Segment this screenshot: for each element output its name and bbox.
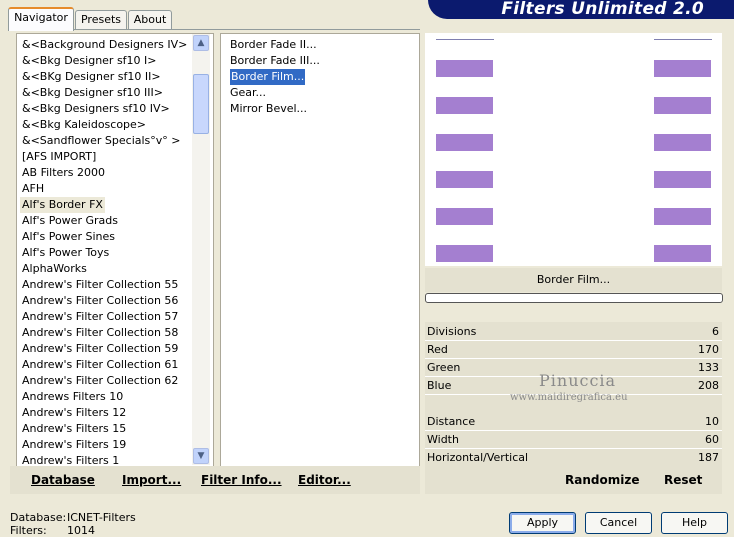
preview-filter-name: Border Film... bbox=[425, 268, 722, 292]
preview-bar bbox=[436, 134, 493, 151]
category-item[interactable]: Alf's Power Toys bbox=[22, 245, 109, 261]
category-list[interactable]: &<Background Designers IV> &<Bkg Designer… bbox=[16, 33, 214, 468]
param-value: 60 bbox=[705, 433, 719, 446]
window-title: Filters Unlimited 2.0 bbox=[501, 0, 704, 19]
category-item[interactable]: Andrew's Filter Collection 61 bbox=[22, 357, 178, 373]
tab-navigator[interactable]: Navigator bbox=[8, 7, 74, 31]
category-item[interactable]: Andrew's Filters 19 bbox=[22, 437, 126, 453]
category-item[interactable]: Andrew's Filter Collection 56 bbox=[22, 293, 178, 309]
param-value: 187 bbox=[698, 451, 719, 464]
category-scrollbar[interactable]: ▲ ▼ bbox=[192, 34, 210, 465]
preview-bar bbox=[654, 171, 711, 188]
import-button[interactable]: Import... bbox=[122, 473, 181, 487]
preview-bar bbox=[654, 134, 711, 151]
filter-item[interactable]: Border Fade II... bbox=[230, 37, 317, 53]
filter-preview bbox=[425, 33, 722, 266]
filter-item[interactable]: Border Fade III... bbox=[230, 53, 320, 69]
category-item[interactable]: &<Sandflower Specials°v° > bbox=[22, 133, 181, 149]
category-item[interactable]: Andrew's Filter Collection 59 bbox=[22, 341, 178, 357]
help-button[interactable]: Help bbox=[661, 512, 728, 534]
preview-bar bbox=[654, 97, 711, 114]
param-value: 10 bbox=[705, 415, 719, 428]
database-value: ICNET-Filters bbox=[67, 511, 136, 524]
preview-bar bbox=[654, 60, 711, 77]
filter-list[interactable]: Border Fade II... Border Fade III... Borde… bbox=[220, 33, 420, 468]
preview-bar bbox=[436, 245, 493, 262]
param-label: Distance bbox=[427, 415, 476, 428]
category-item[interactable]: [AFS IMPORT] bbox=[22, 149, 96, 165]
scroll-down-icon[interactable]: ▼ bbox=[193, 448, 209, 464]
randomize-button[interactable]: Randomize bbox=[565, 473, 639, 487]
category-item[interactable]: Alf's Power Grads bbox=[22, 213, 118, 229]
reset-button[interactable]: Reset bbox=[664, 473, 702, 487]
param-label: Green bbox=[427, 361, 461, 374]
filter-info-button[interactable]: Filter Info... bbox=[201, 473, 282, 487]
filters-label: Filters: bbox=[10, 524, 47, 537]
tab-about[interactable]: About bbox=[128, 10, 172, 29]
param-row[interactable]: Distance 10 bbox=[425, 413, 722, 430]
param-row[interactable]: Divisions 6 bbox=[425, 323, 722, 340]
param-label: Horizontal/Vertical bbox=[427, 451, 529, 464]
preview-bar bbox=[436, 97, 493, 114]
param-label: Width bbox=[427, 433, 459, 446]
database-button[interactable]: Database bbox=[31, 473, 95, 487]
preview-bar bbox=[436, 208, 493, 225]
category-item[interactable]: AFH bbox=[22, 181, 44, 197]
scroll-up-icon[interactable]: ▲ bbox=[193, 35, 209, 51]
preview-bar bbox=[436, 171, 493, 188]
preview-bar bbox=[654, 208, 711, 225]
category-item[interactable]: AlphaWorks bbox=[22, 261, 87, 277]
category-item[interactable]: Andrews Filters 10 bbox=[22, 389, 123, 405]
param-label: Red bbox=[427, 343, 448, 356]
watermark-name: Pinuccia bbox=[539, 371, 617, 390]
category-item[interactable]: AB Filters 2000 bbox=[22, 165, 105, 181]
category-item[interactable]: &<Bkg Designer sf10 I> bbox=[22, 53, 157, 69]
category-item[interactable]: Alf's Power Sines bbox=[22, 229, 115, 245]
scroll-thumb[interactable] bbox=[193, 74, 209, 134]
category-item[interactable]: &<Bkg Designers sf10 IV> bbox=[22, 101, 170, 117]
category-item[interactable]: Andrew's Filter Collection 58 bbox=[22, 325, 178, 341]
filter-item[interactable]: Gear... bbox=[230, 85, 266, 101]
param-value: 6 bbox=[712, 325, 719, 338]
database-label: Database: bbox=[10, 511, 67, 524]
preview-bar bbox=[654, 245, 711, 262]
preview-bar bbox=[436, 60, 493, 77]
param-value: 133 bbox=[698, 361, 719, 374]
param-row[interactable]: Width 60 bbox=[425, 431, 722, 448]
cancel-button[interactable]: Cancel bbox=[585, 512, 652, 534]
apply-button[interactable]: Apply bbox=[509, 512, 576, 534]
category-item[interactable]: Andrew's Filter Collection 57 bbox=[22, 309, 178, 325]
category-item[interactable]: &<Background Designers IV> bbox=[22, 37, 187, 53]
param-value: 208 bbox=[698, 379, 719, 392]
category-item[interactable]: &<BKg Designer sf10 II> bbox=[22, 69, 161, 85]
filter-item[interactable]: Mirror Bevel... bbox=[230, 101, 307, 117]
preview-line bbox=[436, 39, 494, 40]
watermark-url: www.maidiregrafica.eu bbox=[510, 392, 628, 403]
category-item[interactable]: &<Bkg Kaleidoscope> bbox=[22, 117, 146, 133]
param-value: 170 bbox=[698, 343, 719, 356]
param-label: Divisions bbox=[427, 325, 477, 338]
param-row[interactable]: Red 170 bbox=[425, 341, 722, 358]
param-label: Blue bbox=[427, 379, 452, 392]
filter-item[interactable]: Border Film... bbox=[230, 69, 306, 85]
title-banner: Filters Unlimited 2.0 bbox=[428, 0, 734, 19]
category-item[interactable]: Andrew's Filters 12 bbox=[22, 405, 126, 421]
preview-line bbox=[654, 39, 712, 40]
category-item[interactable]: Alf's Border FX bbox=[20, 197, 105, 213]
category-item[interactable]: Andrew's Filters 15 bbox=[22, 421, 126, 437]
category-item[interactable]: Andrew's Filter Collection 55 bbox=[22, 277, 178, 293]
progress-bar bbox=[425, 293, 723, 303]
category-item[interactable]: &<Bkg Designer sf10 III> bbox=[22, 85, 163, 101]
filters-value: 1014 bbox=[67, 524, 95, 537]
param-row[interactable]: Horizontal/Vertical 187 bbox=[425, 449, 722, 466]
editor-button[interactable]: Editor... bbox=[298, 473, 351, 487]
tab-presets[interactable]: Presets bbox=[75, 10, 127, 29]
category-item[interactable]: Andrew's Filter Collection 62 bbox=[22, 373, 178, 389]
